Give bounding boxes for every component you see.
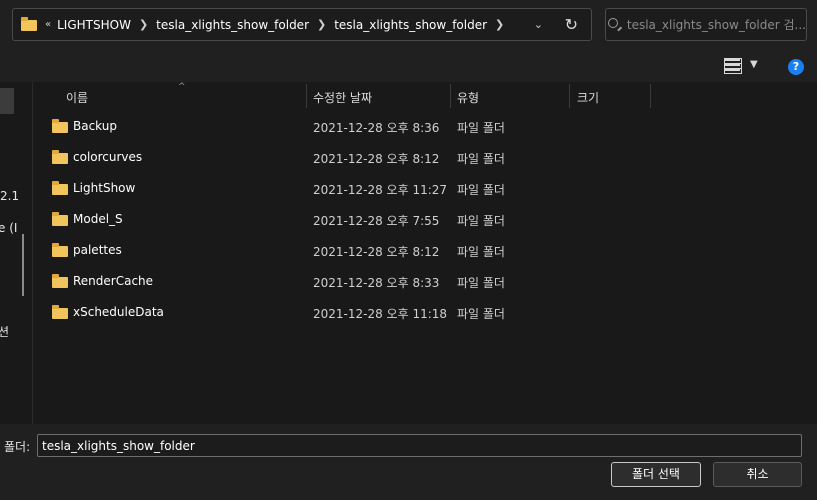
view-options-icon[interactable] [724,58,742,74]
list-item[interactable]: palettes 2021-12-28 오후 8:12 파일 폴더 [34,236,817,267]
folder-icon [52,243,68,257]
file-type: 파일 폴더 [457,214,505,228]
folder-icon [52,181,68,195]
folder-icon [21,16,39,32]
address-toolbar: « LIGHTSHOW ❯ tesla_xlights_show_folder … [0,0,817,50]
nav-item-fragment[interactable]: 2.1 [0,189,19,203]
file-type: 파일 폴더 [457,276,505,290]
breadcrumb-item-show-folder[interactable]: tesla_xlights_show_folder [156,18,309,32]
file-name: RenderCache [73,274,154,288]
file-date: 2021-12-28 오후 11:27 [313,183,448,197]
list-item[interactable]: LightShow 2021-12-28 오후 11:27 파일 폴더 [34,174,817,205]
folder-icon [52,274,68,288]
list-item[interactable]: Backup 2021-12-28 오후 8:36 파일 폴더 [34,112,817,143]
column-header-date[interactable]: 수정한 날짜 [313,89,372,106]
column-divider[interactable] [569,84,570,108]
column-divider[interactable] [450,84,451,108]
file-date: 2021-12-28 오후 7:55 [313,214,440,228]
file-name: Backup [73,119,117,133]
chevron-right-icon: ❯ [317,18,327,31]
search-placeholder[interactable]: tesla_xlights_show_folder 검... [627,16,806,33]
file-name: LightShow [73,181,136,195]
folder-label: 폴더: [4,440,31,454]
breadcrumb-item-lightshow[interactable]: LIGHTSHOW [57,18,131,32]
file-type: 파일 폴더 [457,152,505,166]
select-folder-button[interactable]: 폴더 선택 [611,462,701,487]
file-date: 2021-12-28 오후 8:33 [313,276,440,290]
command-toolbar: ▼ [0,50,817,82]
file-name: Model_S [73,212,123,226]
chevron-right-icon: ❯ [138,18,149,31]
file-list: ^ 이름 수정한 날짜 유형 크기 Backup 2021-12-28 오후 8… [34,82,817,424]
nav-item-fragment[interactable]: 션 [0,323,9,340]
nav-selected-item[interactable] [0,88,14,114]
help-icon[interactable]: ? [788,59,804,75]
address-bar[interactable]: « LIGHTSHOW ❯ tesla_xlights_show_folder … [12,8,592,41]
sort-ascending-icon: ^ [178,82,186,92]
nav-scrollbar[interactable] [22,234,24,296]
folder-name-input[interactable] [37,434,802,457]
dialog-footer: 폴더: 폴더 선택 취소 [0,424,817,500]
folder-icon [52,119,68,133]
file-date: 2021-12-28 오후 8:12 [313,152,440,166]
column-header-size[interactable]: 크기 [577,89,599,106]
breadcrumb-item-show-folder-current[interactable]: tesla_xlights_show_folder [334,18,487,32]
file-type: 파일 폴더 [457,307,505,321]
list-item[interactable]: Model_S 2021-12-28 오후 7:55 파일 폴더 [34,205,817,236]
list-item[interactable]: colorcurves 2021-12-28 오후 8:12 파일 폴더 [34,143,817,174]
column-header-row: ^ 이름 수정한 날짜 유형 크기 [34,82,817,110]
file-date: 2021-12-28 오후 8:36 [313,121,440,135]
navigation-pane: 2.1 e (I 션 [0,82,33,424]
chevron-right-icon[interactable]: ❯ [495,18,504,31]
file-type: 파일 폴더 [457,121,505,135]
folder-icon [52,212,68,226]
folder-icon [52,305,68,319]
nav-item-fragment[interactable]: e (I [0,221,17,235]
file-type: 파일 폴더 [457,245,505,259]
cancel-button[interactable]: 취소 [713,462,802,487]
search-box[interactable]: tesla_xlights_show_folder 검... [605,8,807,41]
file-name: palettes [73,243,122,257]
column-divider[interactable] [650,84,651,108]
search-icon [608,18,618,31]
list-item[interactable]: RenderCache 2021-12-28 오후 8:33 파일 폴더 [34,267,817,298]
file-type: 파일 폴더 [457,183,505,197]
list-item[interactable]: xScheduleData 2021-12-28 오후 11:18 파일 폴더 [34,298,817,329]
column-header-name[interactable]: 이름 [66,89,88,106]
chevron-down-icon[interactable]: ▼ [750,59,758,70]
file-date: 2021-12-28 오후 8:12 [313,245,440,259]
file-name: xScheduleData [73,305,164,319]
file-name: colorcurves [73,150,143,164]
breadcrumb: « LIGHTSHOW ❯ tesla_xlights_show_folder … [43,18,512,32]
column-divider[interactable] [306,84,307,108]
refresh-icon[interactable]: ↻ [565,15,578,34]
chevron-down-icon[interactable]: ⌄ [534,18,543,31]
column-header-type[interactable]: 유형 [457,89,479,106]
breadcrumb-overflow-button[interactable]: « [45,19,51,30]
file-date: 2021-12-28 오후 11:18 [313,307,448,321]
folder-icon [52,150,68,164]
